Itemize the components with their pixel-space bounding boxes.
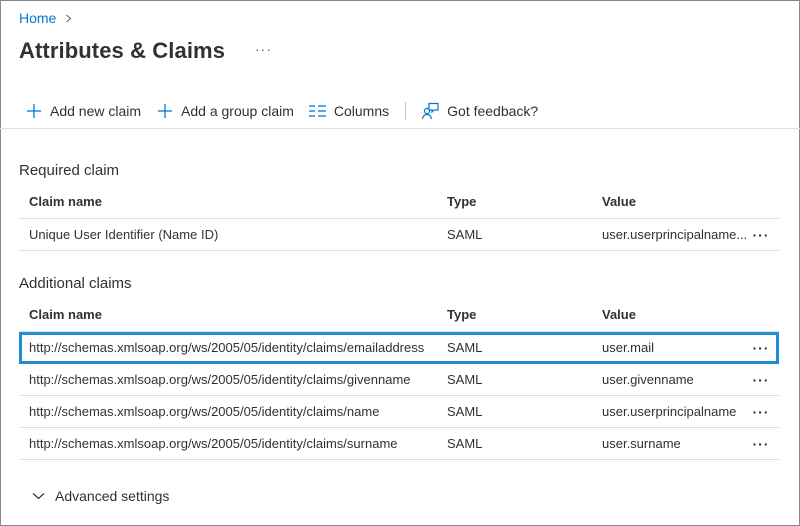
more-icon[interactable]: ···	[750, 364, 772, 395]
more-icon[interactable]: ···	[750, 219, 772, 250]
breadcrumb: Home	[19, 10, 73, 26]
columns-label: Columns	[333, 103, 390, 119]
table-header: Claim name Type Value	[19, 185, 779, 219]
add-new-claim-button[interactable]: Add new claim	[26, 103, 141, 119]
toolbar-divider-line	[0, 128, 800, 129]
toolbar-divider	[405, 102, 407, 120]
columns-icon	[308, 105, 326, 117]
advanced-settings-label: Advanced settings	[55, 488, 170, 504]
feedback-label: Got feedback?	[447, 103, 539, 119]
claim-value-cell: user.mail	[602, 340, 655, 355]
required-claim-heading: Required claim	[19, 162, 120, 179]
column-header-type[interactable]: Type	[447, 298, 476, 331]
claim-name-cell: http://schemas.xmlsoap.org/ws/2005/05/id…	[29, 404, 380, 419]
claim-type-cell: SAML	[447, 340, 483, 355]
command-bar: Add new claim Add a group claim Columns …	[26, 99, 538, 123]
page-title: Attributes & Claims	[19, 38, 226, 63]
table-row[interactable]: http://schemas.xmlsoap.org/ws/2005/05/id…	[19, 364, 779, 396]
more-icon[interactable]: ···	[750, 332, 772, 363]
additional-claims-table: Claim name Type Value http://schemas.xml…	[19, 298, 779, 460]
table-row[interactable]: Unique User Identifier (Name ID) SAML us…	[19, 219, 779, 251]
claim-value-cell: user.userprincipalname	[602, 404, 737, 419]
column-header-value[interactable]: Value	[602, 185, 636, 218]
plus-icon	[27, 104, 41, 118]
page-more-button[interactable]: ···	[255, 41, 272, 57]
additional-claims-heading: Additional claims	[19, 275, 132, 292]
more-icon[interactable]: ···	[750, 428, 772, 459]
table-header: Claim name Type Value	[19, 298, 779, 332]
claim-name-cell: http://schemas.xmlsoap.org/ws/2005/05/id…	[29, 436, 398, 451]
chevron-right-icon	[66, 14, 72, 22]
column-header-claim-name[interactable]: Claim name	[29, 298, 102, 331]
claim-name-cell: http://schemas.xmlsoap.org/ws/2005/05/id…	[29, 340, 425, 355]
table-row[interactable]: http://schemas.xmlsoap.org/ws/2005/05/id…	[19, 428, 779, 460]
plus-icon	[158, 104, 173, 118]
column-header-claim-name[interactable]: Claim name	[29, 185, 102, 218]
table-row[interactable]: http://schemas.xmlsoap.org/ws/2005/05/id…	[19, 396, 779, 428]
add-new-claim-label: Add new claim	[50, 103, 142, 119]
add-group-claim-button[interactable]: Add a group claim	[157, 103, 294, 119]
more-icon[interactable]: ···	[750, 396, 772, 427]
column-header-type[interactable]: Type	[447, 185, 476, 218]
claim-type-cell: SAML	[447, 436, 483, 451]
claim-value-cell: user.givenname	[602, 372, 694, 387]
claim-value-cell: user.surname	[602, 436, 681, 451]
breadcrumb-home-link[interactable]: Home	[19, 10, 56, 26]
claim-type-cell: SAML	[447, 372, 483, 387]
claim-name-cell: http://schemas.xmlsoap.org/ws/2005/05/id…	[29, 372, 411, 387]
required-claim-table: Claim name Type Value Unique User Identi…	[19, 185, 779, 251]
table-row[interactable]: http://schemas.xmlsoap.org/ws/2005/05/id…	[19, 332, 779, 364]
claim-type-cell: SAML	[447, 227, 483, 242]
advanced-settings-toggle[interactable]: Advanced settings	[32, 488, 169, 504]
columns-button[interactable]: Columns	[308, 103, 390, 119]
column-header-value[interactable]: Value	[602, 298, 636, 331]
claim-name-cell: Unique User Identifier (Name ID)	[29, 227, 219, 242]
claim-value-cell: user.userprincipalname...	[602, 227, 748, 242]
chevron-down-icon	[32, 493, 45, 500]
feedback-button[interactable]: Got feedback?	[421, 102, 538, 120]
feedback-icon	[422, 102, 439, 120]
add-group-claim-label: Add a group claim	[181, 103, 294, 119]
claim-type-cell: SAML	[447, 404, 483, 419]
